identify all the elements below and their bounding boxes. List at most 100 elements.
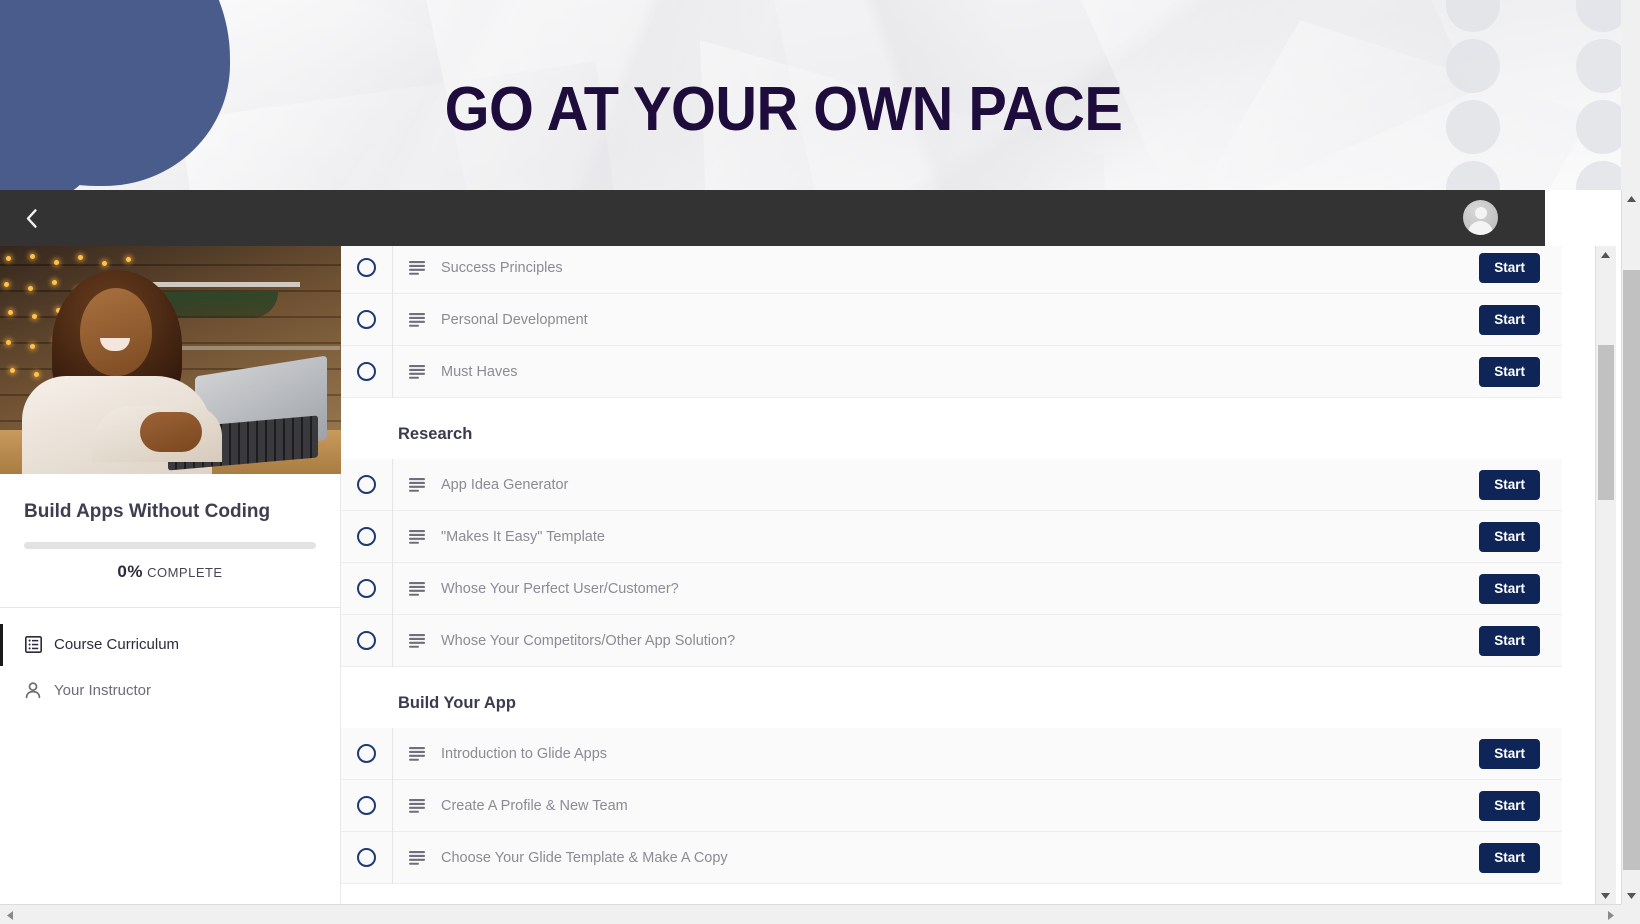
incomplete-circle-icon[interactable]: [357, 475, 376, 494]
lesson-row[interactable]: Choose Your Glide Template & Make A Copy…: [341, 831, 1562, 884]
text-lines-icon: [409, 260, 425, 275]
text-lines-icon: [409, 581, 426, 596]
progress-complete-word: COMPLETE: [147, 564, 223, 580]
text-lines-icon: [409, 364, 425, 379]
row-divider: [392, 345, 393, 398]
row-divider: [392, 246, 393, 294]
incomplete-circle-icon[interactable]: [357, 362, 376, 381]
sidebar-item-course-curriculum[interactable]: Course Curriculum: [0, 622, 340, 668]
start-button[interactable]: Start: [1479, 356, 1540, 387]
lesson-title: Must Haves: [441, 363, 518, 380]
content-vertical-scrollbar[interactable]: [1595, 246, 1616, 904]
scroll-right-arrow[interactable]: [1602, 906, 1620, 924]
avatar-body-shape: [1468, 221, 1493, 235]
course-progress-label: 0% COMPLETE: [0, 562, 340, 582]
text-lines-icon: [409, 850, 425, 865]
start-button[interactable]: Start: [1479, 790, 1540, 821]
text-lines-icon: [409, 798, 425, 813]
incomplete-circle-icon[interactable]: [357, 579, 376, 598]
start-button[interactable]: Start: [1479, 469, 1540, 500]
text-lines-icon: [409, 312, 425, 327]
incomplete-circle-icon[interactable]: [357, 796, 376, 815]
hero-banner: GO AT YOUR OWN PACE: [0, 0, 1622, 190]
lesson-row[interactable]: Whose Your Competitors/Other App Solutio…: [341, 614, 1562, 667]
sidebar-nav: Course Curriculum Your Instructor: [0, 608, 340, 714]
row-divider: [392, 510, 393, 563]
start-button[interactable]: Start: [1479, 573, 1540, 604]
lesson-row[interactable]: Create A Profile & New Team Start: [341, 779, 1562, 832]
page-root: GO AT YOUR OWN PACE Build Apps Without C…: [0, 0, 1640, 924]
text-lines-icon: [409, 850, 426, 865]
sidebar-item-label: Your Instructor: [54, 682, 151, 700]
text-lines-icon: [409, 746, 425, 761]
incomplete-circle-icon[interactable]: [357, 258, 376, 277]
start-button[interactable]: Start: [1479, 521, 1540, 552]
sidebar-item-label: Course Curriculum: [54, 636, 180, 654]
scrollbar-corner: [1621, 904, 1640, 924]
curriculum-list[interactable]: Success Principles Start Personal Develop…: [341, 246, 1622, 904]
start-button[interactable]: Start: [1479, 304, 1540, 335]
scroll-down-arrow[interactable]: [1596, 887, 1615, 904]
window-scroll-up-arrow[interactable]: [1622, 190, 1640, 207]
lesson-title: App Idea Generator: [441, 476, 569, 493]
text-lines-icon: [409, 477, 425, 492]
row-divider: [392, 614, 393, 667]
chevron-left-icon: [26, 208, 37, 228]
start-button[interactable]: Start: [1479, 842, 1540, 873]
incomplete-circle-icon[interactable]: [357, 848, 376, 867]
incomplete-circle-icon[interactable]: [357, 631, 376, 650]
curriculum-list-icon: [24, 636, 42, 654]
start-button[interactable]: Start: [1479, 252, 1540, 283]
lesson-row[interactable]: Personal Development Start: [341, 293, 1562, 346]
lesson-title: Choose Your Glide Template & Make A Copy: [441, 849, 728, 866]
text-lines-icon: [409, 260, 426, 275]
progress-percent-value: 0%: [117, 561, 143, 581]
scroll-left-arrow[interactable]: [1, 906, 19, 924]
section-heading: Build Your App: [398, 694, 516, 712]
scroll-up-arrow[interactable]: [1596, 246, 1615, 263]
start-button[interactable]: Start: [1479, 738, 1540, 769]
window-scroll-thumb[interactable]: [1623, 270, 1640, 870]
window-scroll-down-arrow[interactable]: [1622, 887, 1640, 904]
text-lines-icon: [409, 746, 426, 761]
text-lines-icon: [409, 798, 426, 813]
person-icon: [24, 682, 42, 700]
user-avatar[interactable]: [1463, 200, 1498, 235]
avatar-head-shape: [1474, 207, 1487, 219]
lesson-title: Create A Profile & New Team: [441, 797, 628, 814]
window-vertical-scrollbar[interactable]: [1621, 190, 1640, 904]
incomplete-circle-icon[interactable]: [357, 527, 376, 546]
lesson-title: Introduction to Glide Apps: [441, 745, 608, 762]
lesson-row[interactable]: App Idea Generator Start: [341, 458, 1562, 511]
sidebar-item-your-instructor[interactable]: Your Instructor: [0, 668, 340, 714]
course-content-area: Build Apps Without Coding 0% COMPLETE Co…: [0, 246, 1622, 904]
section-heading: Research: [398, 425, 473, 443]
lesson-row[interactable]: Must Haves Start: [341, 345, 1562, 398]
thumb-person-face: [80, 288, 152, 376]
text-lines-icon: [409, 581, 425, 596]
course-sidebar: Build Apps Without Coding 0% COMPLETE Co…: [0, 246, 341, 904]
course-toolbar: [0, 190, 1545, 246]
text-lines-icon: [409, 529, 425, 544]
scrollbar-top-filler: [1621, 0, 1640, 190]
lesson-title: Whose Your Perfect User/Customer?: [441, 580, 679, 597]
horizontal-scroll-thumb[interactable]: [19, 907, 1559, 922]
thumb-person-hand: [140, 412, 202, 452]
lesson-row[interactable]: Whose Your Perfect User/Customer? Start: [341, 562, 1562, 615]
lesson-title: "Makes It Easy" Template: [441, 528, 605, 545]
lesson-row[interactable]: "Makes It Easy" Template Start: [341, 510, 1562, 563]
text-lines-icon: [409, 529, 426, 544]
window-horizontal-scrollbar[interactable]: [0, 904, 1621, 924]
lesson-row[interactable]: Success Principles Start: [341, 246, 1562, 294]
back-button[interactable]: [14, 190, 48, 246]
text-lines-icon: [409, 477, 426, 492]
incomplete-circle-icon[interactable]: [357, 744, 376, 763]
lesson-title: Personal Development: [441, 311, 588, 328]
row-divider: [392, 727, 393, 780]
page-title: GO AT YOUR OWN PACE: [444, 75, 1123, 144]
start-button[interactable]: Start: [1479, 625, 1540, 656]
incomplete-circle-icon[interactable]: [357, 310, 376, 329]
scroll-thumb[interactable]: [1598, 345, 1614, 500]
lesson-row[interactable]: Introduction to Glide Apps Start: [341, 727, 1562, 780]
row-divider: [392, 293, 393, 346]
